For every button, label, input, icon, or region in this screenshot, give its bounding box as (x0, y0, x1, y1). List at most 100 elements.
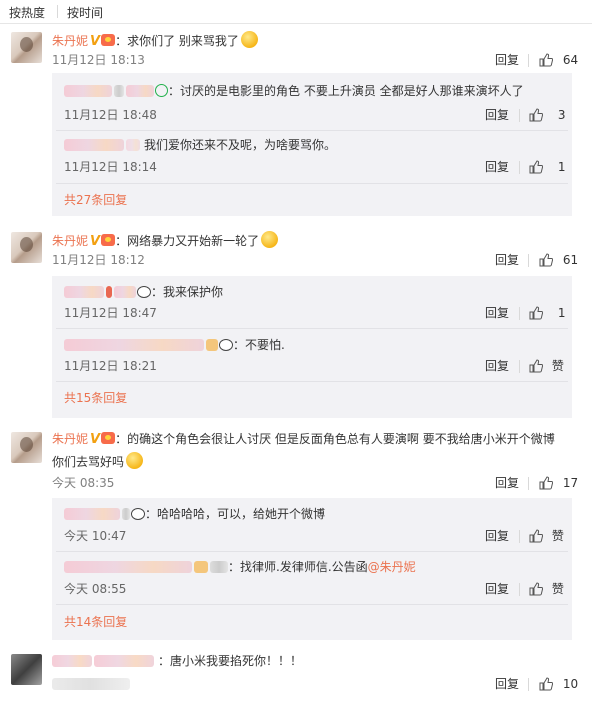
action-divider (519, 307, 520, 320)
panda-icon (137, 286, 151, 298)
blurred-username (206, 339, 218, 351)
blurred-timestamp (52, 676, 130, 692)
comment-header: 朱丹妮 V ：的确这个角色会很让人讨厌 但是反面角色总有人要演啊 要不我给唐小米开个… (52, 431, 555, 448)
reply-text: 我们爱你还来不及呢，为啥要骂你。 (144, 138, 337, 152)
avatar[interactable] (11, 232, 42, 263)
username-link[interactable]: 朱丹妮 (52, 432, 88, 446)
thumbs-up-icon (529, 306, 543, 320)
action-divider (528, 54, 529, 67)
reply-header: ：讨厌的是电影里的角色 不要上升演员 全都是好人那谁来演坏人了 (64, 83, 524, 99)
like-button[interactable]: 赞 (529, 581, 564, 597)
divider (56, 130, 568, 131)
blurred-username (126, 139, 140, 151)
verified-icon: V (90, 234, 101, 249)
blurred-username (114, 85, 124, 97)
timestamp: 11月12日 18:21 (64, 359, 157, 373)
reply-panel: ：讨厌的是电影里的角色 不要上升演员 全都是好人那谁来演坏人了 11月12日 1… (52, 73, 572, 216)
blurred-username (122, 508, 130, 520)
divider (56, 604, 568, 605)
vip-crown-icon (101, 432, 116, 444)
vip-crown-icon (101, 234, 116, 246)
reply-text: ：我来保护你 (151, 285, 224, 299)
thumbs-up-icon (539, 677, 553, 691)
like-button[interactable]: 10 (539, 676, 578, 692)
reply-header: ：不要怕. (64, 337, 285, 353)
thumbs-up-icon (529, 529, 543, 543)
thumbs-up-icon (529, 359, 543, 373)
reply-button[interactable]: 回复 (495, 676, 519, 692)
comment-item: 朱丹妮 V ：求你们了 别来骂我了 11月12日 18:13 回复 64 ：讨厌的是… (0, 28, 592, 218)
sort-by-hot[interactable]: 按热度 (9, 4, 45, 21)
like-button[interactable]: 17 (539, 475, 578, 491)
comment-text-line2: 你们去骂好吗 (52, 452, 144, 470)
comment-text: ：唐小米我要掐死你！！！ (158, 654, 303, 668)
avatar[interactable] (11, 432, 42, 463)
reply-button[interactable]: 回复 (485, 358, 509, 374)
timestamp: 今天 10:47 (64, 529, 127, 543)
avatar[interactable] (11, 32, 42, 63)
reply-button[interactable]: 回复 (485, 528, 509, 544)
like-count: 64 (562, 53, 579, 67)
thumbs-up-icon (529, 108, 543, 122)
reply-button[interactable]: 回复 (485, 107, 509, 123)
like-label: 赞 (551, 529, 564, 543)
blurred-username (64, 339, 204, 351)
verified-green-icon (155, 84, 168, 97)
comment-item: 朱丹妮 V ：的确这个角色会很让人讨厌 但是反面角色总有人要演啊 要不我给唐小米开个… (0, 428, 592, 640)
blurred-username (126, 85, 154, 97)
vip-crown-icon (101, 34, 116, 46)
sort-by-time[interactable]: 按时间 (67, 4, 103, 21)
like-button[interactable]: 1 (529, 305, 565, 321)
blurred-username (210, 561, 228, 573)
panda-icon (219, 339, 233, 351)
comment-item: ：唐小米我要掐死你！！！ 回复 10 (0, 650, 592, 702)
crying-emoji-icon (261, 231, 279, 248)
like-button[interactable]: 赞 (529, 358, 564, 374)
reply-button[interactable]: 回复 (495, 475, 519, 491)
reply-button[interactable]: 回复 (495, 252, 519, 268)
blurred-username (64, 85, 112, 97)
more-replies-link[interactable]: 共27条回复 (64, 191, 127, 208)
like-button[interactable]: 3 (529, 107, 565, 123)
more-replies-link[interactable]: 共15条回复 (64, 389, 127, 406)
avatar[interactable] (11, 654, 42, 685)
timestamp: 11月12日 18:14 (64, 160, 157, 174)
divider (56, 551, 568, 552)
reply-button[interactable]: 回复 (485, 159, 509, 175)
like-button[interactable]: 64 (539, 52, 578, 68)
more-replies-link[interactable]: 共14条回复 (64, 613, 127, 630)
sort-bar: 按热度 按时间 (0, 0, 592, 24)
comment-text: ：求你们了 别来骂我了 (115, 34, 239, 48)
like-button[interactable]: 61 (539, 252, 578, 268)
blurred-username (114, 286, 136, 298)
reply-button[interactable]: 回复 (485, 305, 509, 321)
verified-icon: V (90, 34, 101, 49)
reply-button[interactable]: 回复 (485, 581, 509, 597)
username-link[interactable]: 朱丹妮 (52, 34, 88, 48)
reply-header: ：我来保护你 (64, 284, 223, 300)
reply-text: ：讨厌的是电影里的角色 不要上升演员 全都是好人那谁来演坏人了 (168, 84, 524, 98)
action-divider (528, 254, 529, 267)
thumbs-up-icon (539, 53, 553, 67)
emoji-icon (240, 31, 258, 48)
timestamp: 今天 08:35 (52, 476, 115, 490)
thumbs-up-icon (529, 582, 543, 596)
comment-text: ：网络暴力又开始新一轮了 (115, 234, 260, 248)
thumbs-up-icon (529, 160, 543, 174)
reply-text: ：找律师.发律师信.公告函 (228, 560, 368, 574)
timestamp: 11月12日 18:12 (52, 253, 145, 267)
divider (56, 381, 568, 382)
blurred-username (64, 561, 192, 573)
like-button[interactable]: 1 (529, 159, 565, 175)
like-button[interactable]: 赞 (529, 528, 564, 544)
comment-text: ：的确这个角色会很让人讨厌 但是反面角色总有人要演啊 要不我给唐小米开个微博 (115, 432, 555, 446)
blurred-username (106, 286, 112, 298)
timestamp: 11月12日 18:13 (52, 53, 145, 67)
comment-item: 朱丹妮 V ：网络暴力又开始新一轮了 11月12日 18:12 回复 61 ：我来保… (0, 228, 592, 418)
comment-header: 朱丹妮 V ：求你们了 别来骂我了 (52, 31, 258, 50)
action-divider (519, 161, 520, 174)
comment-header: ：唐小米我要掐死你！！！ (52, 653, 302, 669)
mention-link[interactable]: @朱丹妮 (368, 560, 416, 574)
username-link[interactable]: 朱丹妮 (52, 234, 88, 248)
reply-button[interactable]: 回复 (495, 52, 519, 68)
